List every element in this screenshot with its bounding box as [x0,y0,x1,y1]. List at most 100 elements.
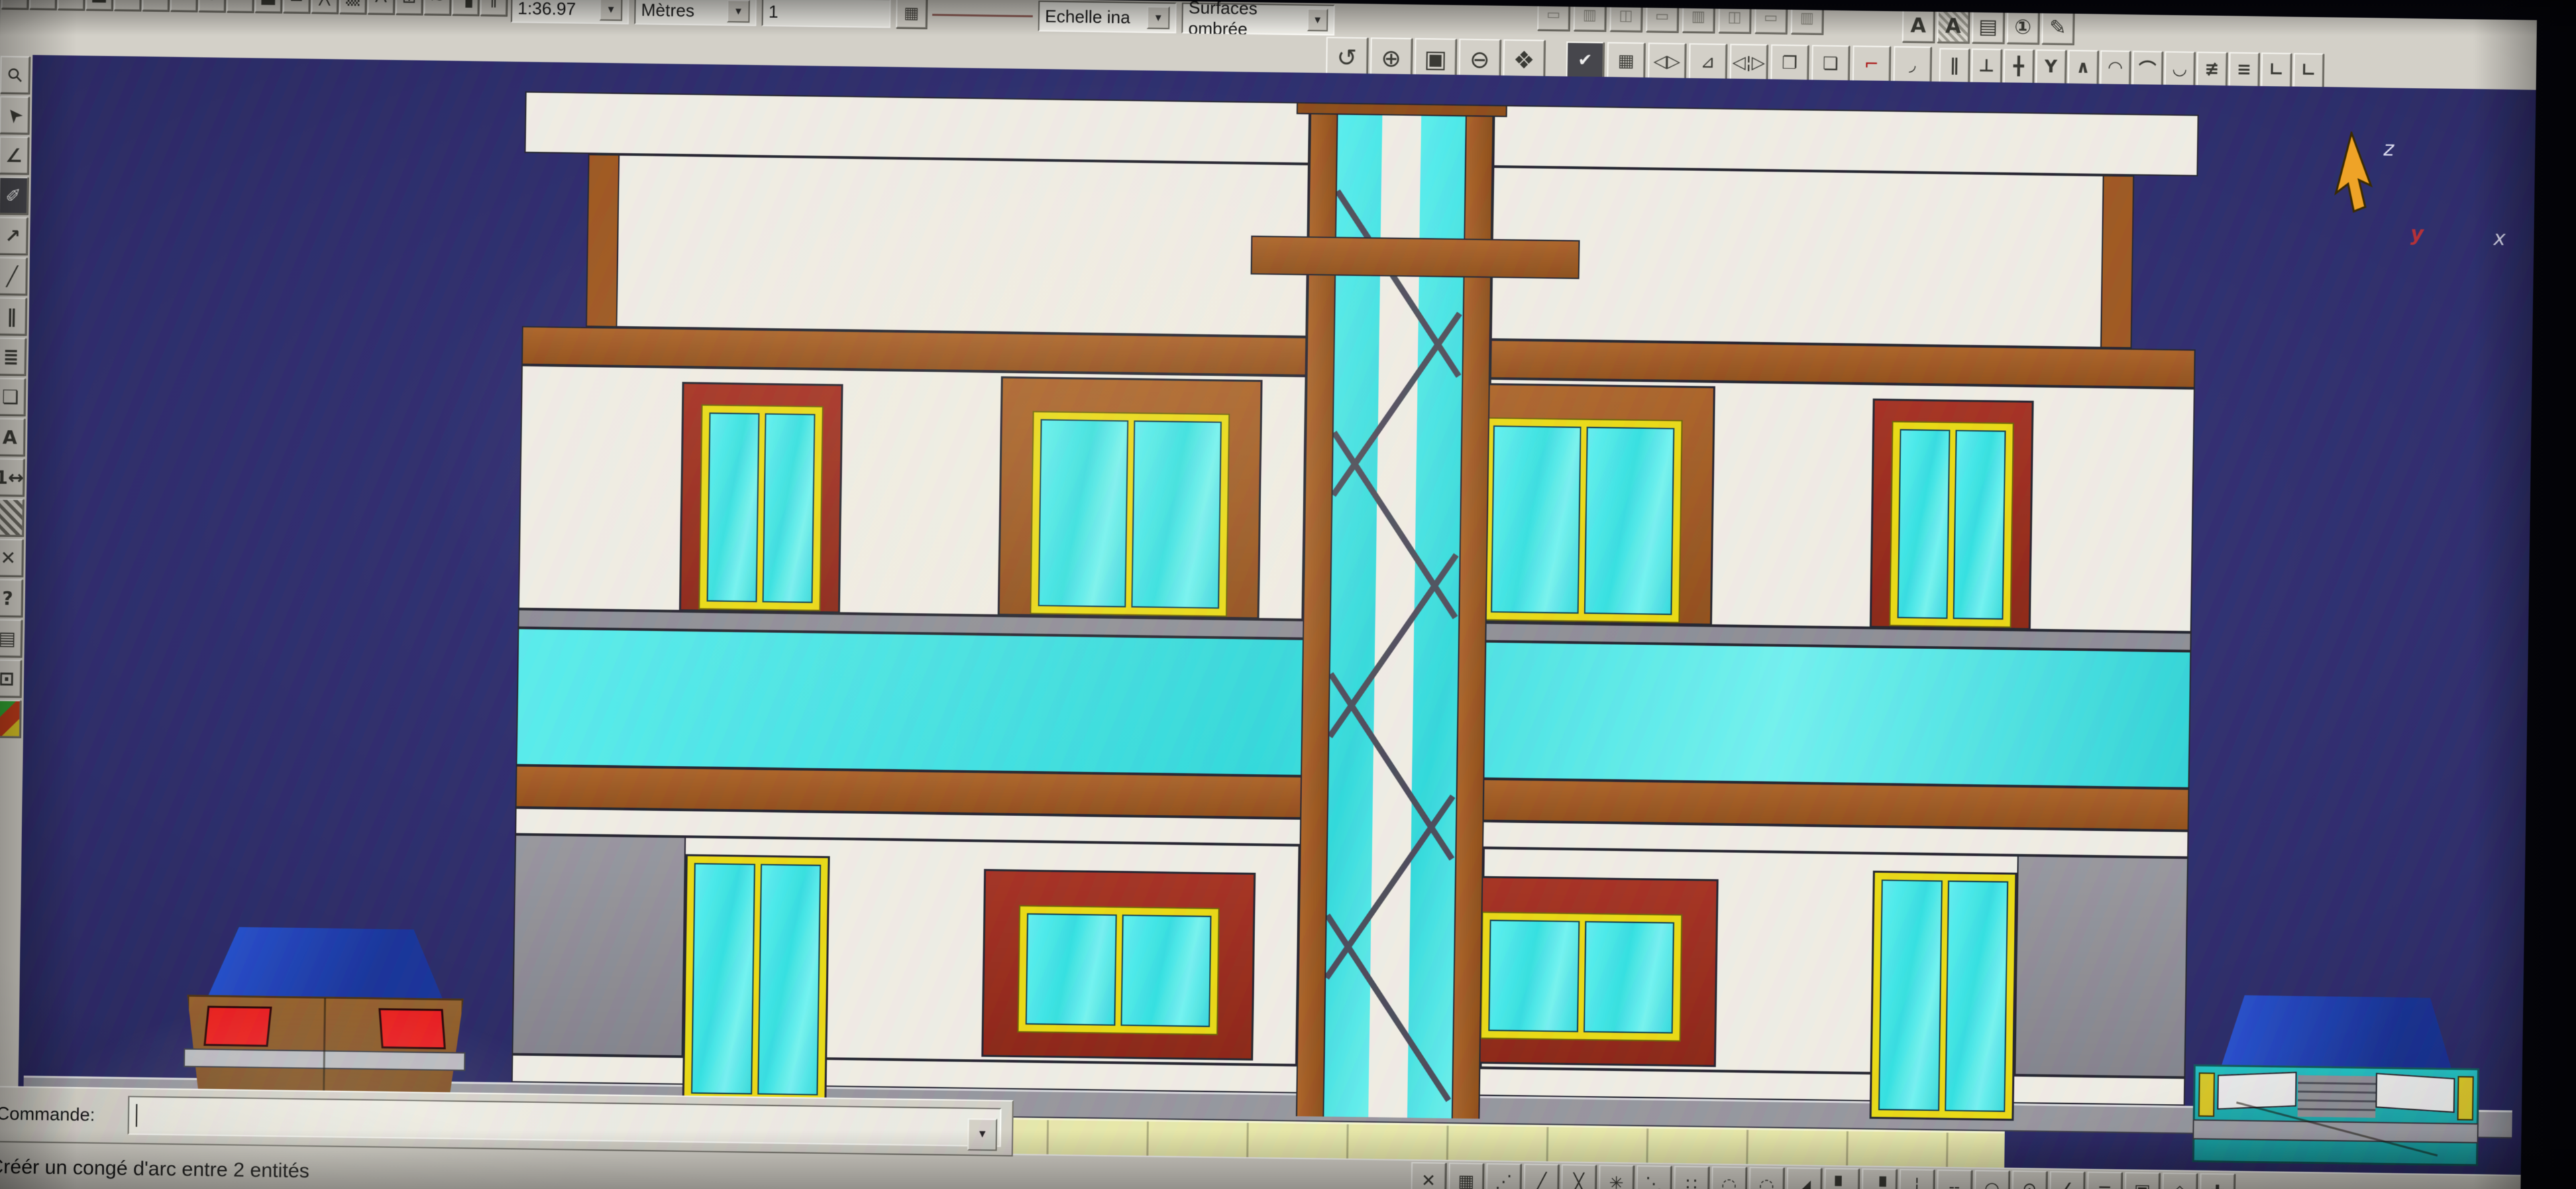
chevron-down-icon[interactable]: ▼ [1146,6,1169,29]
text-tool-icon[interactable]: A [0,418,25,456]
wall-align[interactable]: ≡ [2229,52,2259,88]
tool-text-t[interactable]: T [170,0,198,11]
tool-gradient[interactable]: ▙ [255,0,282,13]
measure-tool-icon[interactable]: ? [0,579,23,617]
join-y[interactable]: Y [2035,50,2066,85]
tool-points[interactable]: ⋮ [30,0,57,9]
scale-factor-input[interactable]: 1 [761,0,891,28]
snap-node[interactable]: ∷ [1674,1166,1709,1189]
snap-origin[interactable]: ⊙ [2012,1170,2047,1189]
tool-view-7[interactable]: ▭ [1754,1,1787,34]
render-cube-icon[interactable] [0,699,21,738]
snap-intersection[interactable]: ╳ [1561,1164,1597,1189]
snap-q2[interactable]: ▝ [1862,1168,1897,1189]
tool-point-cloud[interactable]: ∴ [58,0,85,10]
command-input[interactable]: ▼ [127,1096,1002,1147]
tool-view-6[interactable]: ◫ [1718,1,1751,34]
select-arrow-icon[interactable]: ➤ [0,96,30,134]
snap-q1[interactable]: ▘ [1824,1168,1860,1189]
tool-pattern[interactable]: ▚ [452,0,480,15]
copy-entity[interactable]: ❐ [1770,44,1809,82]
tool-snap-vertical[interactable]: ± [1,0,29,9]
join-perpendicular[interactable]: ⊥ [1971,48,2002,84]
move-entity[interactable]: ❏ [1811,45,1849,83]
join-cross[interactable]: ╋ [2003,49,2034,84]
text-block[interactable]: ▤ [1972,9,2004,44]
line-tool-icon[interactable]: ╱ [0,257,27,295]
scale-combo[interactable]: 1:36.97 ▼ [511,0,629,24]
text-tool[interactable]: A [1902,9,1935,43]
join-parallel[interactable]: ∥ [1939,48,1970,84]
array-copy[interactable]: ▦ [1607,42,1645,80]
tool-layers-list[interactable]: ≣ [283,0,311,13]
sketch-pen-icon[interactable]: ✐ [0,176,28,215]
dimension-tool-icon[interactable]: 1↔ [0,458,24,496]
snap-arc[interactable]: ◠ [1974,1170,2010,1189]
tool-solid-fill[interactable]: ▄ [86,0,113,11]
snap-corner[interactable]: ◢ [1786,1168,1822,1189]
snap-dash[interactable]: ╌ [1937,1170,1972,1189]
snap-line[interactable]: ╱ [1523,1164,1559,1189]
drawing-canvas[interactable]: z y x [17,55,2536,1176]
tool-text-i[interactable]: I [199,0,226,12]
tool-waves[interactable]: ≈ [424,0,451,15]
snap-grid[interactable]: ▦ [1448,1163,1484,1189]
tool-view-3[interactable]: ◫ [1609,0,1642,32]
snap-window[interactable]: ▣ [2125,1172,2160,1189]
tool-view-5[interactable]: ▥ [1682,0,1715,33]
tool-sketch[interactable]: ✎ [142,0,170,11]
select-group-icon[interactable]: ⊡ [0,659,21,697]
tool-hatch-fill[interactable]: ▒ [339,0,367,14]
snap-off[interactable]: ✕ [1411,1162,1446,1189]
assembly-3d-icon[interactable]: ❏ [0,378,25,416]
chevron-down-icon[interactable]: ▼ [727,0,749,23]
tool-font[interactable]: A [368,0,395,14]
render-stack-button[interactable]: ▦ [896,0,927,29]
snap-diamond[interactable]: ◇ [2162,1172,2198,1189]
snap-angle[interactable]: ∠ [2049,1171,2085,1189]
tool-spline[interactable]: ∞ [114,0,142,11]
line-style-preview[interactable] [932,6,1032,25]
edit-pen[interactable]: ✎ [2041,11,2074,45]
snap-3d-icon[interactable]: ∠ [0,136,29,174]
mirror-copy[interactable]: ◁▷ [1648,43,1686,81]
dimension-arrow-icon[interactable]: ↗ [0,217,28,255]
chevron-down-icon[interactable]: ▼ [967,1119,998,1151]
join-arc-high[interactable]: ◠ [2100,50,2131,86]
fillet-wall[interactable]: ∟ [2293,53,2324,89]
print-scale-combo[interactable]: Echelle ina ▼ [1038,1,1177,34]
snap-nearest[interactable]: ⋰ [1486,1163,1521,1189]
tool-parallel-set[interactable]: ∥ [480,0,508,16]
skew-entity[interactable]: ⊿ [1688,43,1727,81]
erase-tool-icon[interactable]: ✕ [0,539,23,577]
snap-parallel[interactable]: ≡ [2087,1172,2123,1189]
tool-view-2[interactable]: ▥ [1573,0,1606,32]
fillet-arc[interactable]: ◞ [1893,46,1931,84]
snap-center[interactable]: ◌ [1749,1167,1784,1189]
tool-grid-box[interactable]: ⊞ [396,0,423,15]
shading-mode-combo[interactable]: Surfaces ombrée ▼ [1181,3,1335,36]
snap-circle[interactable]: ◌ [1711,1166,1747,1189]
units-combo[interactable]: Mètres ▼ [634,0,757,26]
snap-plus[interactable]: ✚ [2200,1173,2235,1189]
fillet-corner[interactable]: ⌐ [1852,46,1890,84]
join-arc-mid[interactable]: ⌒ [2132,51,2163,87]
layers-icon[interactable]: ▤ [0,619,22,657]
join-chevron[interactable]: ∧ [2068,50,2098,85]
chevron-down-icon[interactable]: ▼ [1307,8,1328,31]
mirror-axis[interactable]: ◁¦▷ [1729,44,1768,82]
snap-point[interactable]: ✳ [1599,1165,1634,1189]
tool-view-8[interactable]: ▥ [1790,2,1823,35]
hatch-tool-icon[interactable] [0,498,23,536]
join-arc-low[interactable]: ◡ [2164,51,2195,87]
text-style-hatch[interactable]: A [1937,9,1970,44]
tool-cross[interactable]: ╳ [311,0,339,13]
corner-trim[interactable]: ∟ [2261,52,2292,88]
tool-view-1[interactable]: ▭ [1537,0,1570,31]
tool-line-styles[interactable]: ≡ [227,0,254,13]
validate-tool[interactable]: ✔ [1566,42,1604,80]
tool-view-4[interactable]: ▭ [1646,0,1678,32]
wall-merge[interactable]: ≢ [2196,52,2227,87]
double-line-icon[interactable]: ∥ [0,297,27,335]
snap-vertical[interactable]: ┆ [1899,1169,1935,1189]
